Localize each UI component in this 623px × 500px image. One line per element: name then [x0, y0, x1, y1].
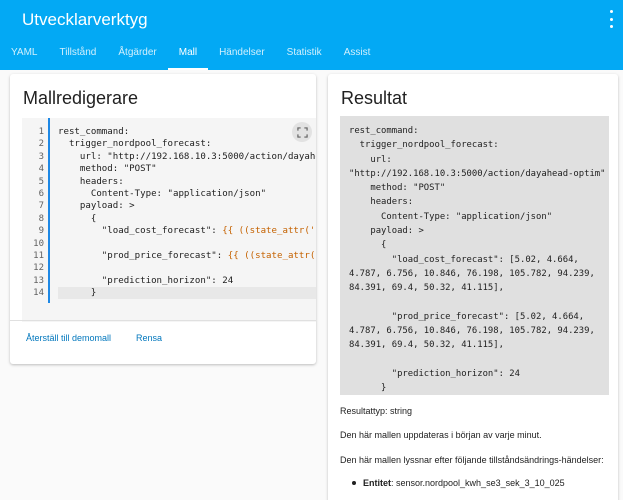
fullscreen-icon[interactable]	[292, 122, 312, 142]
tab-atgarder[interactable]: Åtgärder	[107, 40, 167, 70]
line-number: 6	[38, 188, 44, 199]
entity-id: : sensor.nordpool_kwh_se3_sek_3_10_025	[391, 478, 565, 488]
template-expression: {{ ((state_attr('sensor.nordpool	[227, 250, 316, 261]
tab-yaml[interactable]: YAML	[0, 40, 49, 70]
result-line: }	[349, 383, 387, 394]
result-type: Resultattyp: string	[340, 406, 413, 416]
result-line	[349, 353, 601, 367]
tab-tillstand[interactable]: Tillstånd	[49, 40, 108, 70]
line-number: 12	[33, 263, 44, 274]
code-text: rest_command:	[58, 127, 130, 137]
result-output: rest_command: trigger_nordpool_forecast:…	[340, 116, 609, 395]
result-line: "http://192.168.10.3:5000/action/dayahea…	[349, 168, 606, 179]
code-text: }	[58, 288, 97, 299]
code-text: "prediction_horizon": 24	[58, 275, 234, 286]
code-text: "prod_price_forecast":	[58, 250, 228, 261]
listened-entity-item: Entitet : sensor.nordpool_kwh_se3_sek_3_…	[352, 478, 565, 488]
code-line: "prod_price_forecast": {{ ((state_attr('…	[58, 250, 316, 262]
reset-to-demo-button[interactable]: Återställ till demomall	[26, 333, 111, 343]
code-line: url: "http://192.168.10.3:5000/action/da…	[58, 151, 316, 163]
more-vert-icon[interactable]	[605, 10, 617, 28]
code-line: trigger_nordpool_forecast:	[58, 138, 316, 150]
result-line: 4.787, 6.756, 10.846, 76.198, 105.782, 9…	[349, 268, 595, 279]
result-line: rest_command:	[349, 126, 419, 136]
result-line: payload: >	[349, 226, 424, 237]
result-line: Content-Type: "application/json"	[349, 211, 553, 222]
code-line: Content-Type: "application/json"	[58, 188, 316, 200]
line-number: 2	[38, 139, 44, 150]
code-line: payload: >	[58, 200, 316, 212]
template-code-editor[interactable]: 1 2 3 4 5 6 7 8 9 10 11 12 13 14 rest_command: trigge…	[22, 118, 316, 322]
code-text: method: "POST"	[58, 164, 157, 175]
line-number-gutter: 1 2 3 4 5 6 7 8 9 10 11 12 13 14	[22, 118, 50, 303]
bullet-icon	[352, 481, 356, 485]
editor-card-title: Mallredigerare	[23, 88, 139, 108]
clear-button[interactable]: Rensa	[136, 333, 162, 343]
code-text: payload: >	[58, 201, 135, 212]
code-lines[interactable]: rest_command: trigger_nordpool_forecast:…	[58, 126, 316, 300]
code-line: }	[58, 287, 316, 300]
result-line: 84.391, 69.4, 50.32, 41.115],	[349, 283, 504, 294]
code-line: "prediction_horizon": 24	[58, 275, 316, 287]
tab-handelser[interactable]: Händelser	[208, 40, 276, 70]
line-number: 5	[38, 176, 44, 187]
line-number: 10	[33, 238, 44, 249]
code-line: "load_cost_forecast": {{ ((state_attr('s…	[58, 225, 316, 237]
code-text: headers:	[58, 176, 124, 187]
tab-mall[interactable]: Mall	[167, 40, 209, 70]
result-line: method: "POST"	[349, 183, 446, 194]
line-number: 9	[38, 226, 44, 237]
code-line: rest_command:	[58, 126, 316, 138]
app-header: Utvecklarverktyg YAML Tillstånd Åtgärder…	[0, 0, 623, 70]
result-line: url:	[349, 154, 392, 165]
line-number: 4	[38, 164, 44, 175]
code-text: url: "http://192.168.10.3:5000/action/da…	[79, 151, 316, 162]
result-line: {	[349, 240, 387, 251]
template-editor-card: Mallredigerare 1 2 3 4 5 6 7 8 9 10 11 12 13 14 rest_…	[10, 74, 316, 364]
line-number: 14	[33, 288, 44, 299]
code-text: "load_cost_forecast":	[58, 226, 223, 237]
code-text: Content-Type: "application/json"	[58, 188, 267, 199]
update-info: Den här mallen uppdateras i början av va…	[340, 430, 542, 440]
card-actions-divider	[10, 320, 316, 321]
result-card: Resultat rest_command: trigger_nordpool_…	[328, 74, 618, 500]
entity-label: Entitet	[363, 478, 391, 488]
listen-info: Den här mallen lyssnar efter följande ti…	[340, 455, 604, 465]
result-line: trigger_nordpool_forecast:	[349, 140, 499, 151]
tab-bar: YAML Tillstånd Åtgärder Mall Händelser S…	[0, 40, 381, 70]
code-text: {	[58, 213, 97, 224]
line-number: 13	[33, 275, 44, 286]
code-line: headers:	[58, 176, 316, 188]
result-line: "load_cost_forecast": [5.02, 4.664,	[349, 254, 579, 265]
code-text: trigger_nordpool_forecast:	[58, 139, 212, 150]
line-number: 8	[38, 213, 44, 224]
template-expression: {{ ((state_attr('sensor.nordpool	[222, 226, 316, 237]
result-card-title: Resultat	[341, 88, 408, 108]
result-line	[349, 296, 601, 310]
line-number: 1	[38, 127, 44, 137]
line-number: 3	[38, 151, 44, 162]
code-line: {	[58, 213, 316, 225]
result-line: headers:	[349, 197, 414, 208]
page-title: Utvecklarverktyg	[22, 10, 148, 29]
result-line: "prediction_horizon": 24	[349, 369, 520, 380]
tab-statistik[interactable]: Statistik	[276, 40, 333, 70]
tab-assist[interactable]: Assist	[333, 40, 382, 70]
result-line: 84.391, 69.4, 50.32, 41.115],	[349, 340, 504, 351]
result-line: "prod_price_forecast": [5.02, 4.664,	[349, 311, 585, 322]
line-number: 7	[38, 201, 44, 212]
result-line: 4.787, 6.756, 10.846, 76.198, 105.782, 9…	[349, 326, 595, 337]
code-line: method: "POST"	[58, 163, 316, 175]
line-number: 11	[33, 250, 44, 261]
